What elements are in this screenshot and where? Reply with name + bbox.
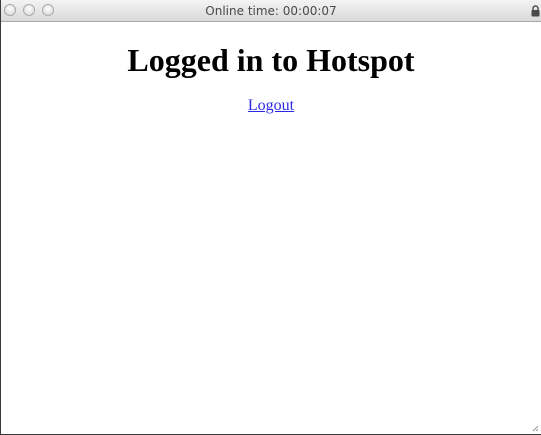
resize-grip-icon[interactable] xyxy=(531,424,539,432)
page-content: Logged in to Hotspot Logout xyxy=(1,22,541,115)
logout-link[interactable]: Logout xyxy=(248,97,294,115)
page-heading: Logged in to Hotspot xyxy=(127,42,415,78)
lock-icon xyxy=(531,5,540,17)
browser-window: Online time: 00:00:07 Logged in to Hotsp… xyxy=(0,0,541,435)
window-title: Online time: 00:00:07 xyxy=(205,4,337,18)
window-titlebar[interactable]: Online time: 00:00:07 xyxy=(1,0,541,22)
